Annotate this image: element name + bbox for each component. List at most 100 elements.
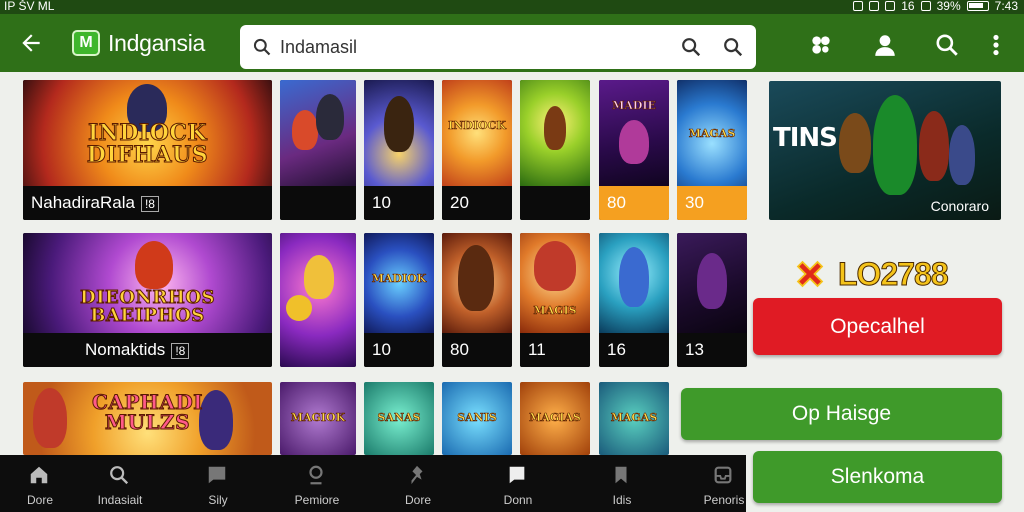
nav-item-chat[interactable]: Sily: [178, 455, 258, 512]
game-card-caption: 10: [364, 186, 434, 220]
wifi-icon: [869, 1, 880, 11]
game-card[interactable]: SANIS: [442, 382, 512, 455]
game-card[interactable]: 13: [677, 233, 747, 367]
games-icon[interactable]: [808, 32, 834, 58]
chat-icon: [208, 466, 226, 484]
game-card-title: SANIS: [457, 411, 497, 424]
game-card[interactable]: MAGIS 11: [520, 233, 590, 367]
game-card-title: MAGIS: [533, 304, 577, 317]
character-figure: [135, 241, 173, 289]
more-menu-icon[interactable]: [986, 32, 1006, 58]
rating-badge: !8: [171, 342, 190, 359]
game-card-caption: 16: [599, 333, 669, 367]
featured-game-card-3[interactable]: CAPHADI MULZS: [23, 382, 272, 455]
nav-item-profile[interactable]: Pemiore: [277, 455, 357, 512]
game-card[interactable]: MAGAS: [599, 382, 669, 455]
nav-item-home[interactable]: Dore: [0, 455, 80, 512]
character-figure: [619, 247, 649, 307]
nav-item-messages[interactable]: Donn: [478, 455, 558, 512]
nav-item-inbox[interactable]: Penoris: [684, 455, 764, 512]
tertiary-action-button[interactable]: Slenkoma: [753, 451, 1002, 503]
character-figure: [384, 96, 414, 152]
search-submit-icon[interactable]: [680, 36, 702, 58]
nav-label: Dore: [404, 493, 431, 507]
nav-item-search[interactable]: Indasiait: [80, 455, 160, 512]
game-card-title: MAGAS: [610, 411, 658, 424]
back-arrow-icon: [22, 34, 40, 52]
character-figure: [873, 95, 917, 195]
game-card[interactable]: SANAS: [364, 382, 434, 455]
game-card[interactable]: [280, 233, 356, 367]
voice-search-icon[interactable]: [722, 36, 744, 58]
game-card-caption: [520, 186, 590, 220]
game-card-title: MAGIOK: [290, 411, 346, 424]
character-figure: [458, 245, 494, 311]
game-card[interactable]: MADIE 80: [599, 80, 669, 220]
secondary-action-button[interactable]: Op Haisge: [681, 388, 1002, 440]
appbar-search-icon[interactable]: [934, 32, 960, 58]
featured-game-title-2: DIEONRHOS BAEIPHOS: [79, 287, 216, 326]
score-value: LO2788: [838, 255, 950, 292]
featured-game-title-3: CAPHADI MULZS: [91, 390, 204, 434]
app-bar: M Indgansia: [0, 14, 1024, 72]
game-card[interactable]: [520, 80, 590, 220]
status-time: 7:43: [994, 0, 1018, 13]
nav-label: Idis: [612, 493, 632, 507]
app-title: Indgansia: [108, 30, 206, 56]
character-figure: [316, 94, 344, 140]
nav-label: Sily: [208, 493, 228, 507]
search-icon: [110, 466, 129, 485]
game-card-title: SANAS: [377, 411, 421, 424]
search-box[interactable]: [240, 25, 756, 69]
game-card-title: MAGAS: [688, 127, 736, 140]
featured-game-caption-1: NahadiraRala !8: [23, 186, 272, 220]
game-card[interactable]: 10: [364, 80, 434, 220]
game-card[interactable]: INDIOCK 20: [442, 80, 512, 220]
featured-game-caption-2: Nomaktids !8: [23, 333, 272, 367]
game-card[interactable]: [280, 80, 356, 220]
game-card-title: INDIOCK: [448, 119, 506, 132]
primary-action-button[interactable]: Opecalhel: [753, 298, 1002, 355]
back-button[interactable]: [16, 28, 46, 58]
account-icon[interactable]: [872, 32, 898, 58]
nav-item-bookmarks[interactable]: Idis: [582, 455, 662, 512]
game-card-caption: 10: [364, 333, 434, 367]
character-figure: [697, 253, 727, 309]
game-card-caption: [280, 186, 356, 220]
character-figure: [949, 125, 975, 185]
game-card[interactable]: 16: [599, 233, 669, 367]
pin-icon: [411, 465, 423, 485]
nav-item-pin[interactable]: Dore: [378, 455, 458, 512]
featured-game-title-1: INDIOCK DIFHAUS: [86, 120, 209, 168]
promo-banner[interactable]: TINS Conoraro: [769, 81, 1001, 220]
bookmark-icon: [615, 466, 627, 484]
game-card[interactable]: MAGIAS: [520, 382, 590, 455]
signal-icon: [885, 1, 896, 11]
profile-icon: [309, 465, 323, 485]
game-card-caption: 80: [599, 186, 669, 220]
score-display: LO2788: [792, 254, 950, 294]
character-figure: [292, 110, 318, 150]
home-icon: [30, 466, 48, 484]
status-left-text: IP ŠV ML: [4, 0, 55, 13]
location-icon: [853, 1, 864, 11]
app-logo: M: [72, 30, 100, 56]
lock-icon: [920, 1, 931, 11]
featured-game-card-1[interactable]: INDIOCK DIFHAUS NahadiraRala !8: [23, 80, 272, 220]
game-card[interactable]: MAGIOK: [280, 382, 356, 455]
game-card-title: MAGIAS: [529, 411, 581, 424]
inbox-icon: [714, 466, 732, 484]
game-card[interactable]: MADIOK 10: [364, 233, 434, 367]
app-root: IP ŠV ML 16 39% 7:43 M Indgansia Indamas…: [0, 0, 1024, 512]
character-figure: [919, 111, 949, 181]
search-input[interactable]: [280, 33, 660, 61]
game-card-caption: 13: [677, 333, 747, 367]
character-figure: [534, 241, 576, 291]
bottom-navigation: Dore Indasiait Sily Pemiore Dore Donn Id…: [0, 455, 746, 512]
featured-game-card-2[interactable]: DIEONRHOS BAEIPHOS Nomaktids !8: [23, 233, 272, 367]
game-card[interactable]: 80: [442, 233, 512, 367]
message-icon: [509, 466, 525, 484]
game-card[interactable]: MAGAS 30: [677, 80, 747, 220]
character-figure: [839, 113, 871, 173]
promo-caption: Conoraro: [930, 198, 989, 214]
